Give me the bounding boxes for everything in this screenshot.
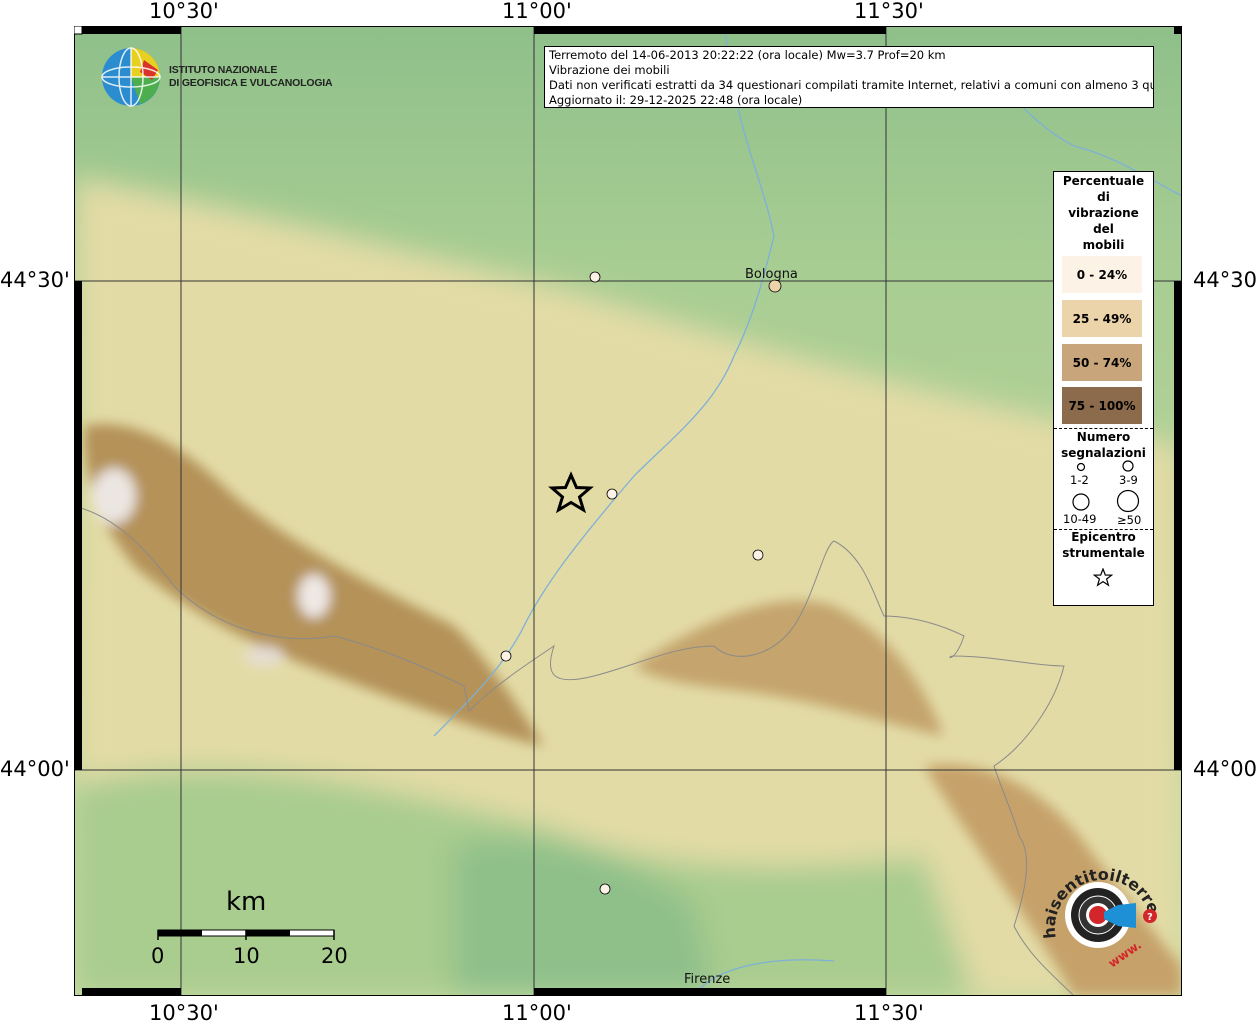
- municipality-marker[interactable]: [599, 883, 611, 895]
- data-note: Dati non verificati estratti da 34 quest…: [549, 78, 1154, 92]
- municipality-marker[interactable]: [752, 549, 764, 561]
- scale-label-20: 20: [321, 944, 348, 968]
- legend-size-50: ≥50: [1117, 513, 1142, 527]
- target-icon: haisentitoilterremoto.it www. ?: [1030, 843, 1164, 970]
- scale-label-0: 0: [151, 944, 165, 968]
- logo-line-1: ISTITUTO NAZIONALE: [169, 64, 278, 76]
- lat-tick-left-2: 44°00': [0, 757, 70, 781]
- svg-text:?: ?: [1147, 912, 1153, 923]
- lon-tick-top-1: 10°30': [149, 0, 219, 23]
- lon-tick-top-3: 11°30': [854, 0, 924, 23]
- municipality-marker[interactable]: [500, 650, 512, 662]
- lon-tick-bottom-1: 10°30': [149, 1001, 219, 1025]
- legend-epicenter-title: Epicentro strumentale: [1062, 530, 1145, 560]
- scale-unit: km: [226, 887, 267, 917]
- update-time: Aggiornato il: 29-12-2025 22:48 (ora loc…: [549, 93, 803, 107]
- legend-class-0: 0 - 24%: [1062, 256, 1142, 293]
- lat-tick-right-2: 44°00': [1193, 757, 1256, 781]
- peak-3: [244, 646, 284, 666]
- website-logo[interactable]: haisentitoilterremoto.it www. ?: [1030, 843, 1168, 973]
- event-info-box: Terremoto del 14-06-2013 20:22:22 (ora l…: [544, 46, 1154, 108]
- event-summary: Terremoto del 14-06-2013 20:22:22 (ora l…: [549, 48, 946, 62]
- legend-class-1: 25 - 49%: [1062, 300, 1142, 337]
- scale-label-10: 10: [233, 944, 260, 968]
- terrain-map: [74, 26, 1182, 996]
- map-frame: [74, 26, 1182, 996]
- ingv-logo: ISTITUTO NAZIONALE DI GEOFISICA E VULCAN…: [100, 46, 360, 110]
- place-label-bologna: Bologna: [745, 267, 798, 282]
- legend-size-1-2: 1-2: [1070, 473, 1089, 487]
- lat-tick-left-1: 44°30': [0, 268, 70, 292]
- ingv-globe-icon: [101, 47, 161, 107]
- legend-title: Percentuale di vibrazione del mobili: [1062, 174, 1145, 252]
- lon-tick-top-2: 11°00': [502, 0, 572, 23]
- legend-class-2: 50 - 74%: [1062, 344, 1142, 381]
- legend-size-circles: [1072, 460, 1140, 513]
- logo-line-2: DI GEOFISICA E VULCANOLOGIA: [169, 77, 333, 89]
- lat-tick-right-1: 44°30': [1193, 268, 1256, 292]
- municipality-marker[interactable]: [589, 271, 601, 283]
- legend: Percentuale di vibrazione del mobili 0 -…: [1053, 171, 1154, 606]
- legend-size-3-9: 3-9: [1119, 473, 1138, 487]
- legend-class-3: 75 - 100%: [1062, 387, 1142, 424]
- lon-tick-bottom-2: 11°00': [502, 1001, 572, 1025]
- peak-2: [298, 574, 330, 618]
- star-icon: [1093, 568, 1113, 587]
- lon-tick-bottom-3: 11°30': [854, 1001, 924, 1025]
- municipality-marker[interactable]: [606, 488, 618, 500]
- map-subject: Vibrazione dei mobili: [549, 63, 670, 77]
- legend-count-title: Numero segnalazioni: [1061, 430, 1146, 460]
- legend-size-10-49: 10-49: [1063, 512, 1097, 526]
- place-label-firenze: Firenze: [684, 972, 731, 987]
